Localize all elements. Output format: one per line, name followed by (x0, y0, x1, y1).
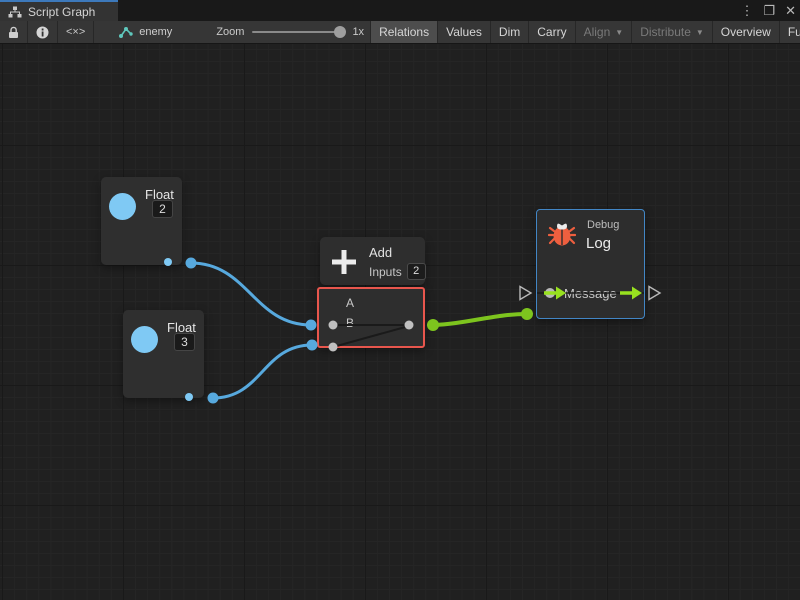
info-button[interactable] (28, 21, 58, 43)
flow-triangle-left-icon[interactable] (520, 287, 531, 300)
zoom-slider[interactable] (252, 31, 344, 33)
chevron-down-icon: ▼ (615, 28, 623, 37)
wire-endpoint-dot[interactable] (208, 393, 219, 404)
zoom-slider-handle[interactable] (334, 26, 346, 38)
lock-icon (8, 26, 19, 39)
node-title: Add (369, 245, 392, 260)
wire-endpoint-dot[interactable] (306, 320, 317, 331)
relations-label: Relations (379, 25, 429, 39)
values-button[interactable]: Values (437, 21, 490, 43)
script-graph-window: Script Graph ⋮ ❐ ✕ <×> (0, 0, 800, 600)
toolbar-buttons: Relations Values Dim Carry Align ▼ Distr… (370, 21, 800, 43)
wire-add-to-message[interactable] (433, 314, 527, 325)
tab-bar: Script Graph ⋮ ❐ ✕ (0, 0, 800, 21)
wire-endpoint-dot[interactable] (521, 308, 533, 320)
dim-button[interactable]: Dim (490, 21, 528, 43)
float-value-icon (109, 193, 136, 220)
relations-button[interactable]: Relations (370, 21, 437, 43)
wire-endpoint-dot[interactable] (427, 319, 439, 331)
values-label: Values (446, 25, 482, 39)
bug-icon (548, 220, 576, 253)
dim-label: Dim (499, 25, 520, 39)
info-icon (36, 26, 49, 39)
zoom-label: Zoom (216, 26, 244, 38)
port-b-label: B (346, 316, 354, 330)
tab-script-graph[interactable]: Script Graph (0, 0, 118, 21)
inputs-label: Inputs (369, 265, 402, 279)
kebab-menu-icon[interactable]: ⋮ (740, 0, 753, 21)
hierarchy-icon (8, 6, 22, 18)
overview-button[interactable]: Overview (712, 21, 779, 43)
node-title: Log (586, 235, 611, 252)
add-node-header[interactable]: Add Inputs 2 (320, 237, 425, 285)
wire-endpoint-dot[interactable] (307, 340, 318, 351)
overview-label: Overview (721, 25, 771, 39)
node-category: Debug (587, 219, 619, 231)
full-screen-button[interactable]: Full Screen (779, 21, 800, 43)
graph-toolbar: <×> enemy Zoom 1x Relations Values (0, 21, 800, 44)
carry-button[interactable]: Carry (528, 21, 574, 43)
message-port-dot[interactable] (545, 288, 555, 298)
graph-asset-icon (118, 25, 134, 39)
distribute-button[interactable]: Distribute ▼ (631, 21, 712, 43)
tab-title: Script Graph (28, 5, 95, 19)
graph-name: enemy (139, 26, 172, 38)
debug-log-node[interactable]: Debug Log Message (536, 209, 645, 319)
port-a-label: A (346, 296, 354, 310)
add-node-ports[interactable]: A B (317, 287, 425, 348)
flow-triangle-right-icon[interactable] (649, 287, 660, 300)
wire-float1-to-a[interactable] (191, 263, 311, 325)
zoom-value: 1x (352, 26, 364, 38)
float-value-field[interactable]: 2 (152, 200, 173, 218)
float-node-2[interactable]: Float 3 (123, 310, 204, 398)
wire-float2-to-b[interactable] (213, 345, 312, 398)
float-value-field[interactable]: 3 (174, 333, 195, 351)
carry-label: Carry (537, 25, 566, 39)
inputs-count-field[interactable]: 2 (407, 263, 426, 280)
float-value-icon (131, 326, 158, 353)
maximize-icon[interactable]: ❐ (763, 0, 775, 21)
plus-icon (329, 247, 359, 282)
message-port-label: Message (564, 286, 617, 301)
window-controls: ⋮ ❐ ✕ (740, 0, 796, 21)
chevron-down-icon: ▼ (696, 28, 704, 37)
align-label: Align (584, 25, 611, 39)
full-screen-label: Full Screen (788, 25, 800, 39)
graph-reference[interactable]: enemy (108, 21, 182, 43)
graph-canvas[interactable]: Float 2 Float 3 Add Inputs 2 A B (0, 44, 800, 600)
close-icon[interactable]: ✕ (785, 0, 796, 21)
distribute-label: Distribute (640, 25, 691, 39)
wire-endpoint-dot[interactable] (186, 258, 197, 269)
float-node-1[interactable]: Float 2 (101, 177, 182, 265)
code-view-button[interactable]: <×> (58, 21, 94, 43)
code-view-icon: <×> (66, 26, 85, 38)
lock-button[interactable] (0, 21, 28, 43)
align-button[interactable]: Align ▼ (575, 21, 632, 43)
zoom-control: Zoom 1x (182, 21, 370, 43)
